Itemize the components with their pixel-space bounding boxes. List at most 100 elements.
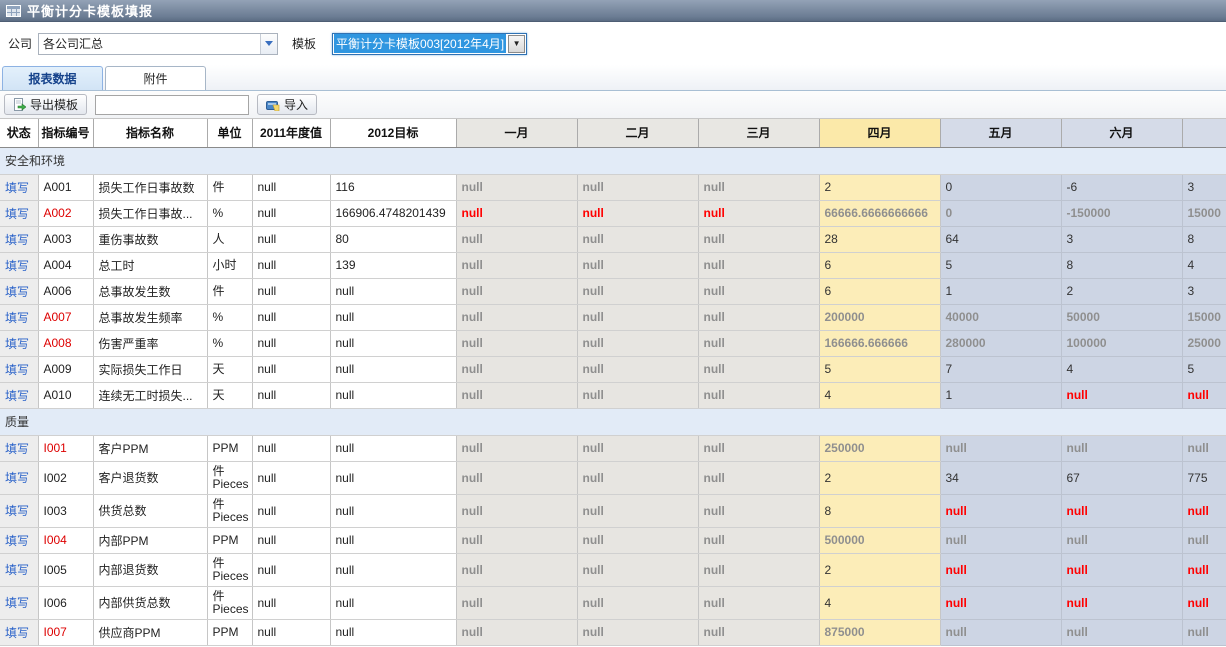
import-file-input[interactable] bbox=[95, 95, 249, 115]
month-cell[interactable]: 2 bbox=[1061, 278, 1182, 304]
month-cell[interactable]: null bbox=[456, 226, 577, 252]
month-cell[interactable]: 2 bbox=[819, 553, 940, 586]
month-cell[interactable]: null bbox=[456, 553, 577, 586]
column-header-12[interactable] bbox=[1182, 119, 1226, 147]
month-cell[interactable]: null bbox=[698, 527, 819, 553]
template-select[interactable]: 平衡计分卡模板003[2012年4月] ▼ bbox=[332, 33, 527, 55]
month-cell[interactable]: 6 bbox=[819, 278, 940, 304]
month-cell[interactable]: 7 bbox=[940, 356, 1061, 382]
month-cell[interactable]: 8 bbox=[819, 494, 940, 527]
month-cell[interactable]: 64 bbox=[940, 226, 1061, 252]
month-cell[interactable]: null bbox=[940, 619, 1061, 645]
import-button[interactable]: 导入 bbox=[257, 94, 317, 115]
month-cell[interactable]: 50000 bbox=[1061, 304, 1182, 330]
month-cell[interactable]: null bbox=[456, 356, 577, 382]
month-cell[interactable]: 2 bbox=[819, 174, 940, 200]
month-cell[interactable]: null bbox=[577, 278, 698, 304]
month-cell[interactable]: 28 bbox=[819, 226, 940, 252]
month-cell[interactable]: 4 bbox=[1182, 252, 1226, 278]
fill-link[interactable]: 填写 bbox=[5, 534, 29, 548]
month-cell[interactable]: 8 bbox=[1182, 226, 1226, 252]
month-cell[interactable]: 15000 bbox=[1182, 304, 1226, 330]
month-cell[interactable]: 8 bbox=[1061, 252, 1182, 278]
month-cell[interactable]: 0 bbox=[940, 174, 1061, 200]
month-cell[interactable]: 2 bbox=[819, 461, 940, 494]
month-cell[interactable]: null bbox=[456, 304, 577, 330]
month-cell[interactable]: 775 bbox=[1182, 461, 1226, 494]
month-cell[interactable]: null bbox=[1061, 619, 1182, 645]
tab-attachments[interactable]: 附件 bbox=[105, 66, 206, 90]
month-cell[interactable]: null bbox=[577, 435, 698, 461]
month-cell[interactable]: null bbox=[1061, 586, 1182, 619]
month-cell[interactable]: -150000 bbox=[1061, 200, 1182, 226]
month-cell[interactable]: null bbox=[1182, 586, 1226, 619]
month-cell[interactable]: 4 bbox=[1061, 356, 1182, 382]
column-header-10[interactable]: 五月 bbox=[940, 119, 1061, 147]
fill-link[interactable]: 填写 bbox=[5, 337, 29, 351]
month-cell[interactable]: 3 bbox=[1182, 278, 1226, 304]
month-cell[interactable]: 0 bbox=[940, 200, 1061, 226]
month-cell[interactable]: 200000 bbox=[819, 304, 940, 330]
fill-link[interactable]: 填写 bbox=[5, 563, 29, 577]
month-cell[interactable]: null bbox=[940, 553, 1061, 586]
fill-link[interactable]: 填写 bbox=[5, 207, 29, 221]
fill-link[interactable]: 填写 bbox=[5, 285, 29, 299]
month-cell[interactable]: 5 bbox=[819, 356, 940, 382]
column-header-7[interactable]: 二月 bbox=[577, 119, 698, 147]
fill-link[interactable]: 填写 bbox=[5, 442, 29, 456]
month-cell[interactable]: null bbox=[456, 619, 577, 645]
month-cell[interactable]: null bbox=[456, 527, 577, 553]
month-cell[interactable]: 66666.6666666666 bbox=[819, 200, 940, 226]
fill-link[interactable]: 填写 bbox=[5, 363, 29, 377]
month-cell[interactable]: null bbox=[940, 435, 1061, 461]
month-cell[interactable]: null bbox=[940, 586, 1061, 619]
month-cell[interactable]: null bbox=[577, 494, 698, 527]
month-cell[interactable]: 1 bbox=[940, 278, 1061, 304]
dropdown-arrow-icon[interactable]: ▼ bbox=[508, 35, 525, 53]
month-cell[interactable]: null bbox=[1182, 527, 1226, 553]
month-cell[interactable]: null bbox=[1182, 382, 1226, 408]
month-cell[interactable]: 15000 bbox=[1182, 200, 1226, 226]
month-cell[interactable]: null bbox=[698, 435, 819, 461]
tab-report-data[interactable]: 报表数据 bbox=[2, 66, 103, 90]
month-cell[interactable]: 1 bbox=[940, 382, 1061, 408]
month-cell[interactable]: null bbox=[698, 304, 819, 330]
month-cell[interactable]: null bbox=[698, 330, 819, 356]
month-cell[interactable]: null bbox=[698, 278, 819, 304]
export-template-button[interactable]: 导出模板 bbox=[4, 94, 87, 115]
month-cell[interactable]: null bbox=[577, 461, 698, 494]
month-cell[interactable]: null bbox=[698, 200, 819, 226]
fill-link[interactable]: 填写 bbox=[5, 259, 29, 273]
month-cell[interactable]: null bbox=[1061, 494, 1182, 527]
month-cell[interactable]: null bbox=[577, 252, 698, 278]
month-cell[interactable]: null bbox=[577, 356, 698, 382]
month-cell[interactable]: null bbox=[698, 586, 819, 619]
month-cell[interactable]: null bbox=[698, 461, 819, 494]
month-cell[interactable]: null bbox=[456, 252, 577, 278]
month-cell[interactable]: 280000 bbox=[940, 330, 1061, 356]
month-cell[interactable]: 40000 bbox=[940, 304, 1061, 330]
month-cell[interactable]: null bbox=[577, 586, 698, 619]
month-cell[interactable]: null bbox=[456, 461, 577, 494]
month-cell[interactable]: null bbox=[1182, 494, 1226, 527]
month-cell[interactable]: 4 bbox=[819, 586, 940, 619]
month-cell[interactable]: null bbox=[1061, 435, 1182, 461]
fill-link[interactable]: 填写 bbox=[5, 471, 29, 485]
fill-link[interactable]: 填写 bbox=[5, 504, 29, 518]
month-cell[interactable]: null bbox=[577, 226, 698, 252]
column-header-6[interactable]: 一月 bbox=[456, 119, 577, 147]
fill-link[interactable]: 填写 bbox=[5, 389, 29, 403]
month-cell[interactable]: null bbox=[577, 382, 698, 408]
column-header-11[interactable]: 六月 bbox=[1061, 119, 1182, 147]
month-cell[interactable]: null bbox=[940, 527, 1061, 553]
month-cell[interactable]: 3 bbox=[1182, 174, 1226, 200]
fill-link[interactable]: 填写 bbox=[5, 181, 29, 195]
month-cell[interactable]: 6 bbox=[819, 252, 940, 278]
month-cell[interactable]: null bbox=[1182, 435, 1226, 461]
month-cell[interactable]: 875000 bbox=[819, 619, 940, 645]
month-cell[interactable]: 5 bbox=[940, 252, 1061, 278]
column-header-8[interactable]: 三月 bbox=[698, 119, 819, 147]
month-cell[interactable]: null bbox=[577, 527, 698, 553]
month-cell[interactable]: null bbox=[456, 494, 577, 527]
month-cell[interactable]: 34 bbox=[940, 461, 1061, 494]
